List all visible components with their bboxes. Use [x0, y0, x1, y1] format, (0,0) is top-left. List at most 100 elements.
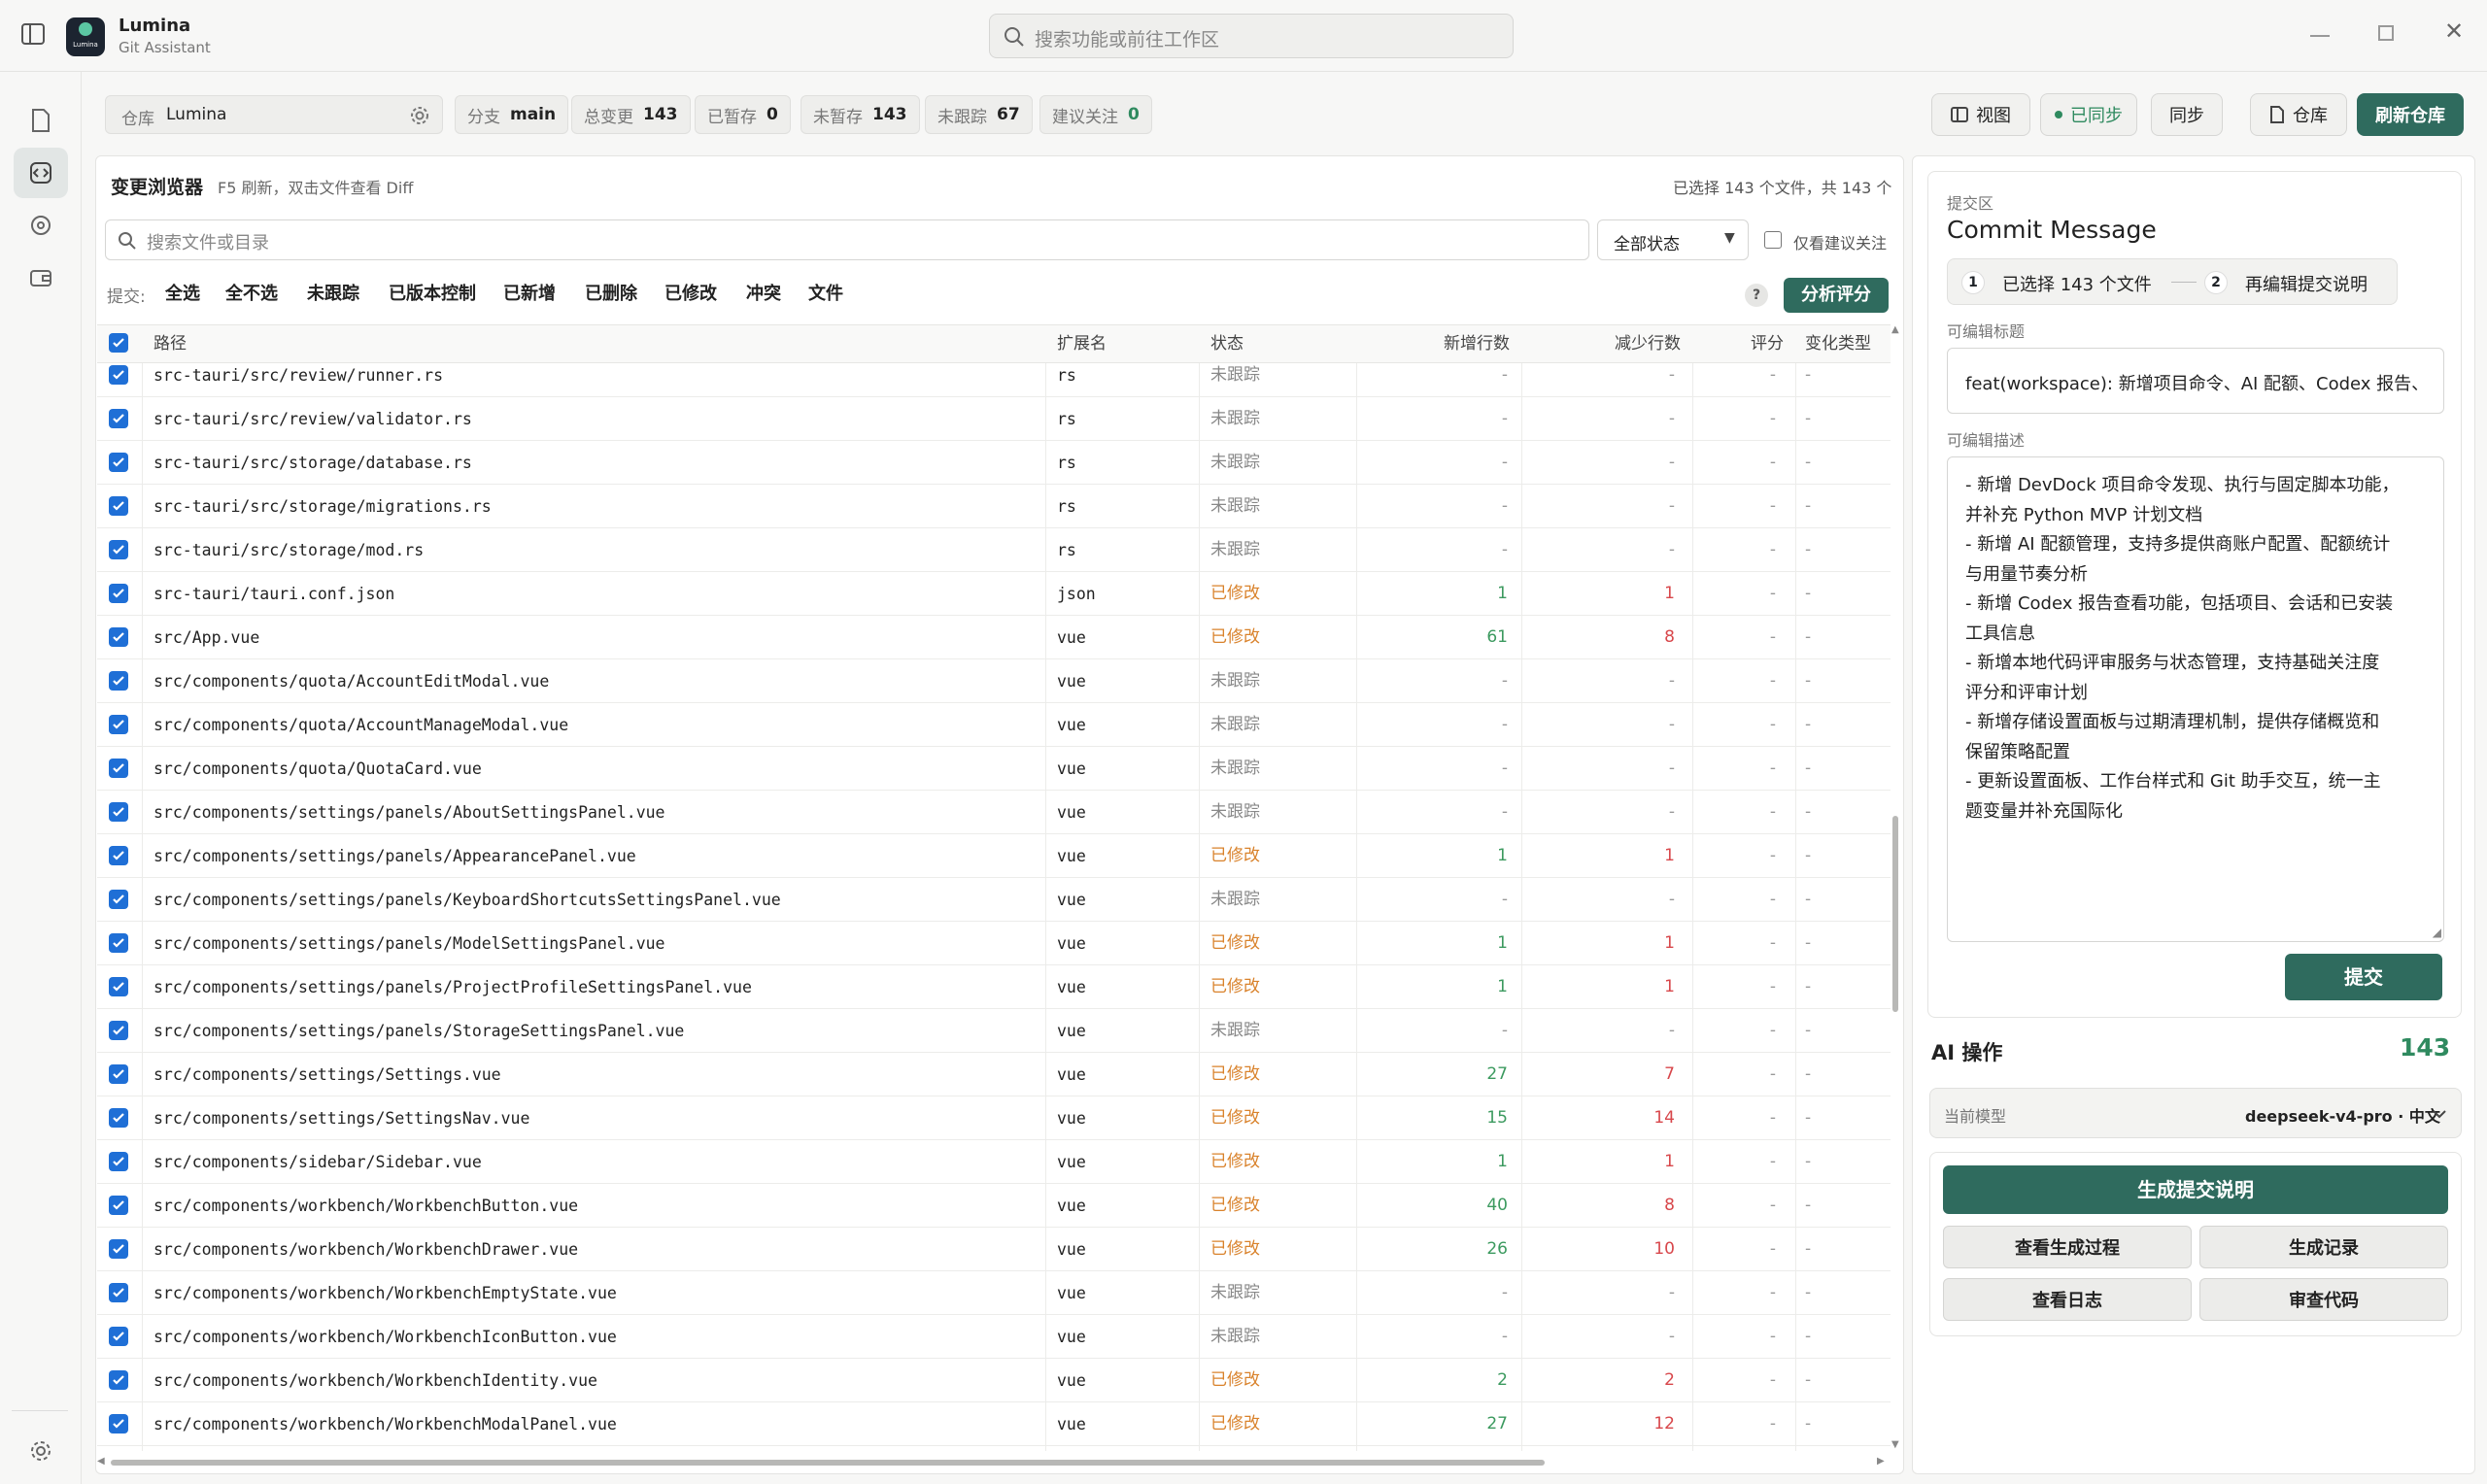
- row-checkbox[interactable]: [109, 1327, 128, 1346]
- minimize-button[interactable]: [2310, 35, 2330, 37]
- table-row[interactable]: src/components/settings/Settings.vue vue 已…: [97, 1053, 1891, 1096]
- scroll-left-icon[interactable]: ◀: [97, 1456, 105, 1467]
- select-none-button[interactable]: 全不选: [225, 280, 278, 309]
- row-checkbox[interactable]: [109, 1064, 128, 1084]
- select-untracked-button[interactable]: 未跟踪: [307, 280, 359, 309]
- scrollbar-thumb[interactable]: [111, 1460, 1545, 1466]
- view-button[interactable]: 视图: [1931, 93, 2030, 136]
- scroll-right-icon[interactable]: ▶: [1877, 1456, 1885, 1467]
- gear-icon[interactable]: [409, 105, 430, 126]
- scrollbar-thumb[interactable]: [1892, 816, 1898, 1012]
- sidebar-item-git[interactable]: [14, 148, 68, 198]
- table-row[interactable]: src-tauri/src/storage/mod.rs rs 未跟踪 - - - -: [97, 528, 1891, 572]
- table-row[interactable]: src/components/workbench/WorkbenchDrawer…: [97, 1228, 1891, 1271]
- row-checkbox[interactable]: [109, 453, 128, 472]
- select-conflict-button[interactable]: 冲突: [746, 280, 781, 309]
- select-added-button[interactable]: 已新增: [503, 280, 556, 309]
- table-row[interactable]: src/components/settings/panels/AboutSett…: [97, 791, 1891, 834]
- generation-history-button[interactable]: 生成记录: [2199, 1226, 2448, 1268]
- row-checkbox[interactable]: [109, 1283, 128, 1302]
- global-search-input[interactable]: 搜索功能或前往工作区: [989, 14, 1514, 58]
- file-search-input[interactable]: 搜索文件或目录: [105, 219, 1589, 260]
- table-row[interactable]: src/components/workbench/WorkbenchIdenti…: [97, 1359, 1891, 1402]
- repo-button[interactable]: 仓库: [2250, 93, 2347, 136]
- col-status[interactable]: 状态: [1210, 324, 1244, 363]
- table-row[interactable]: src/components/settings/panels/ProjectPr…: [97, 965, 1891, 1009]
- col-path[interactable]: 路径: [153, 324, 187, 363]
- table-row[interactable]: src-tauri/tauri.conf.json json 已修改 1 1 - -: [97, 572, 1891, 616]
- table-row[interactable]: src/components/workbench/WorkbenchIconBu…: [97, 1315, 1891, 1359]
- repo-selector[interactable]: 仓库 Lumina: [105, 95, 443, 134]
- sidebar-item-settings[interactable]: [14, 1426, 68, 1476]
- header-select-all-checkbox[interactable]: [109, 333, 128, 353]
- sidebar-item-ai[interactable]: [14, 200, 68, 251]
- table-row[interactable]: src/components/sidebar/Sidebar.vue vue 已修改…: [97, 1140, 1891, 1184]
- status-filter-select[interactable]: 全部状态 ▼: [1597, 219, 1749, 260]
- row-checkbox[interactable]: [109, 977, 128, 996]
- model-selector[interactable]: 当前模型 deepseek-v4-pro · 中文: [1929, 1088, 2462, 1138]
- review-code-button[interactable]: 审查代码: [2199, 1278, 2448, 1321]
- row-checkbox[interactable]: [109, 933, 128, 953]
- only-suggested-checkbox[interactable]: [1764, 231, 1782, 249]
- analyze-score-button[interactable]: 分析评分: [1784, 278, 1889, 313]
- row-checkbox[interactable]: [109, 1370, 128, 1390]
- select-versioned-button[interactable]: 已版本控制: [389, 280, 476, 309]
- scroll-up-icon[interactable]: ▲: [1891, 324, 1899, 335]
- table-row[interactable]: src/components/settings/panels/Appearanc…: [97, 834, 1891, 878]
- row-checkbox[interactable]: [109, 671, 128, 691]
- col-change-type[interactable]: 变化类型: [1805, 324, 1871, 363]
- table-row[interactable]: src/components/quota/QuotaCard.vue vue 未跟踪…: [97, 747, 1891, 791]
- commit-subject-input[interactable]: feat(workspace): 新增项目命令、AI 配额、Codex 报告、: [1947, 348, 2444, 414]
- select-modified-button[interactable]: 已修改: [664, 280, 717, 309]
- row-checkbox[interactable]: [109, 540, 128, 559]
- row-checkbox[interactable]: [109, 890, 128, 909]
- select-files-button[interactable]: 文件: [808, 280, 843, 309]
- table-row[interactable]: src/components/workbench/WorkbenchModalP…: [97, 1402, 1891, 1446]
- table-row[interactable]: src/components/workbench/WorkbenchButton…: [97, 1184, 1891, 1228]
- table-row[interactable]: src/components/workbench/WorkbenchEmptyS…: [97, 1271, 1891, 1315]
- col-removed[interactable]: 减少行数: [1615, 324, 1681, 363]
- row-checkbox[interactable]: [109, 1196, 128, 1215]
- sidebar-toggle-icon[interactable]: [21, 23, 45, 45]
- row-checkbox[interactable]: [109, 584, 128, 603]
- col-ext[interactable]: 扩展名: [1057, 324, 1107, 363]
- table-row[interactable]: src-tauri/src/review/validator.rs rs 未跟踪 - -…: [97, 397, 1891, 441]
- commit-submit-button[interactable]: 提交: [2285, 954, 2442, 1000]
- select-all-button[interactable]: 全选: [165, 280, 200, 309]
- row-checkbox[interactable]: [109, 496, 128, 516]
- refresh-repo-button[interactable]: 刷新仓库: [2357, 93, 2464, 136]
- row-checkbox[interactable]: [109, 1021, 128, 1040]
- row-checkbox[interactable]: [109, 802, 128, 822]
- help-icon[interactable]: ?: [1745, 284, 1768, 307]
- row-checkbox[interactable]: [109, 627, 128, 647]
- view-log-button[interactable]: 查看日志: [1943, 1278, 2192, 1321]
- view-generation-process-button[interactable]: 查看生成过程: [1943, 1226, 2192, 1268]
- table-row[interactable]: src/components/settings/panels/KeyboardS…: [97, 878, 1891, 922]
- col-score[interactable]: 评分: [1751, 324, 1784, 363]
- horizontal-scrollbar[interactable]: ◀ ▶: [97, 1456, 1891, 1468]
- row-checkbox[interactable]: [109, 759, 128, 778]
- select-deleted-button[interactable]: 已删除: [585, 280, 637, 309]
- row-checkbox[interactable]: [109, 715, 128, 734]
- row-checkbox[interactable]: [109, 1414, 128, 1433]
- sidebar-item-files[interactable]: [14, 95, 68, 146]
- row-checkbox[interactable]: [109, 1152, 128, 1171]
- row-checkbox[interactable]: [109, 365, 128, 385]
- row-checkbox[interactable]: [109, 409, 128, 428]
- table-row[interactable]: src-tauri/src/storage/migrations.rs rs 未跟踪…: [97, 485, 1891, 528]
- generate-commit-message-button[interactable]: 生成提交说明: [1943, 1165, 2448, 1214]
- sync-button[interactable]: 同步: [2151, 93, 2223, 136]
- row-checkbox[interactable]: [109, 846, 128, 865]
- scroll-down-icon[interactable]: ▼: [1891, 1439, 1899, 1450]
- row-checkbox[interactable]: [109, 1108, 128, 1128]
- row-checkbox[interactable]: [109, 1239, 128, 1259]
- table-row[interactable]: src/components/quota/AccountEditModal.vu…: [97, 659, 1891, 703]
- close-button[interactable]: ✕: [2444, 19, 2468, 43]
- maximize-button[interactable]: [2378, 25, 2394, 41]
- commit-description-textarea[interactable]: ◢ - 新增 DevDock 项目命令发现、执行与固定脚本功能， 并补充 Pyth…: [1947, 456, 2444, 942]
- table-row[interactable]: src/components/settings/panels/StorageSe…: [97, 1009, 1891, 1053]
- table-row[interactable]: src/components/settings/panels/ModelSett…: [97, 922, 1891, 965]
- vertical-scrollbar[interactable]: ▲ ▼: [1891, 324, 1902, 1455]
- resize-handle-icon[interactable]: ◢: [2433, 926, 2441, 939]
- sidebar-item-wallet[interactable]: [14, 253, 68, 303]
